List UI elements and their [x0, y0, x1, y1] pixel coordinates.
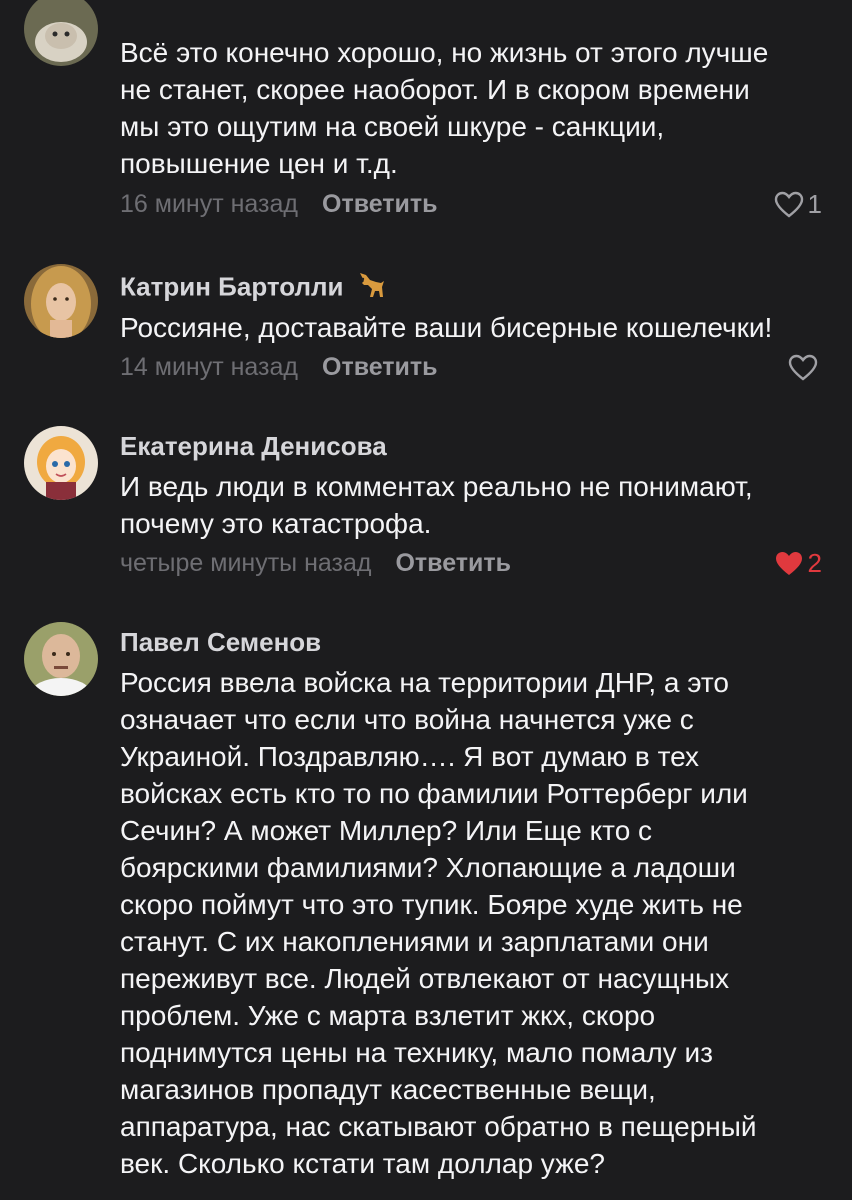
- comment-meta: четыре минуты назад Ответить: [120, 547, 511, 579]
- reply-button[interactable]: Ответить: [322, 190, 438, 218]
- like-button[interactable]: 2: [774, 547, 822, 579]
- like-button[interactable]: 1: [774, 188, 822, 220]
- heart-filled-icon: [775, 551, 802, 575]
- cartoon-girl-avatar[interactable]: [24, 426, 98, 500]
- comment-time: четыре минуты назад: [120, 549, 372, 577]
- comment-time: 14 минут назад: [120, 353, 298, 381]
- cat-avatar[interactable]: [24, 0, 98, 66]
- author-name[interactable]: Екатерина Денисова: [120, 428, 822, 464]
- like-count: 2: [807, 547, 822, 578]
- dog-emoji-icon: [354, 267, 388, 310]
- heart-outline-icon: [774, 191, 803, 218]
- author-name[interactable]: Катрин Бартолли: [120, 271, 344, 301]
- reply-button[interactable]: Ответить: [395, 549, 511, 577]
- comment-text: Всё это конечно хорошо, но жизнь от этог…: [120, 37, 769, 179]
- comment-author[interactable]: Катрин Бартолли: [120, 267, 822, 303]
- comment-meta: 14 минут назад Ответить: [120, 351, 438, 383]
- author-name[interactable]: Павел Семенов: [120, 624, 822, 660]
- like-button[interactable]: [788, 351, 822, 383]
- comment-text: И ведь люди в комментах реально не поним…: [120, 471, 753, 539]
- comment-meta: 16 минут назад Ответить: [120, 188, 438, 220]
- comment-text: Россия ввела войска на территории ДНР, а…: [120, 667, 757, 1179]
- bald-man-avatar[interactable]: [24, 622, 98, 696]
- heart-outline-icon: [788, 354, 818, 381]
- woman-avatar[interactable]: [24, 264, 98, 338]
- comment-text: Россияне, доставайте ваши бисерные кошел…: [120, 312, 773, 343]
- like-count: 1: [807, 188, 822, 219]
- reply-button[interactable]: Ответить: [322, 353, 438, 381]
- comment-time: 16 минут назад: [120, 190, 298, 218]
